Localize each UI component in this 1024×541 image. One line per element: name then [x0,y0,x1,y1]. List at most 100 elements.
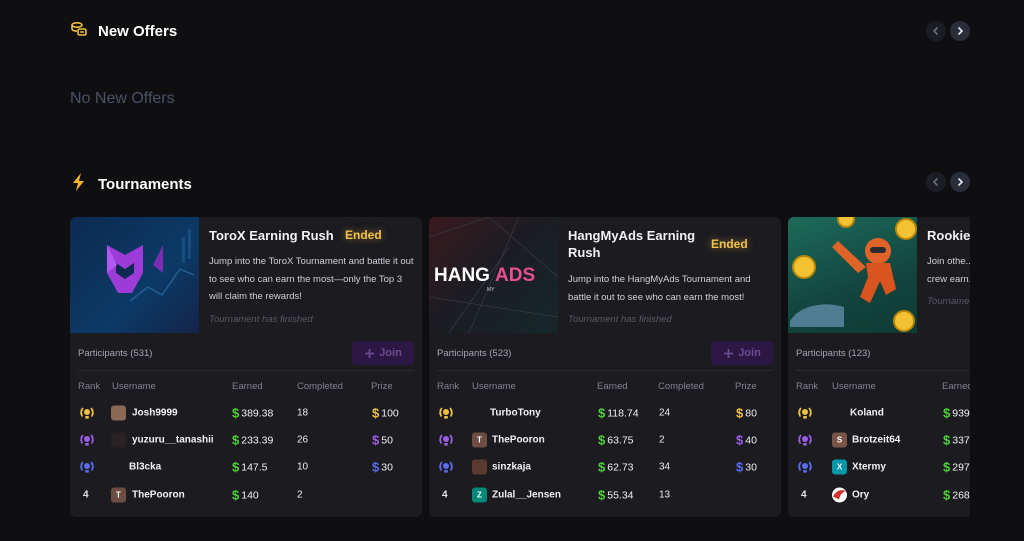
tournament-description: Join othe... crew earn... [927,256,970,285]
join-label: Join [379,347,402,359]
completed-value: 2 [297,489,303,501]
rank-number: 4 [442,489,448,501]
earned-value: $55.34 [598,487,634,503]
rank-header: Rank [78,381,101,392]
table-row: 4 Ory $268 [788,485,970,505]
rank-header: Rank [796,381,819,392]
username: Brotzeit64 [852,434,901,446]
avatar: S [832,432,847,448]
tournament-finished-text: Tournament has finished [209,314,313,325]
chevron-right-icon [957,26,964,36]
earned-value: $118.74 [598,405,639,421]
chevron-right-icon [957,177,964,187]
table-row: 4 T ThePooron $140 2 [70,485,422,505]
torox-thumbnail [70,217,199,333]
earned-value: $939 [943,405,970,421]
earned-value: $297 [943,459,970,475]
thumb-ads-text: ADS [495,265,535,286]
avatar: T [111,487,126,503]
new-offers-header: New Offers [70,20,177,43]
table-row: 4 Z Zulal__Jensen $55.34 13 [429,485,781,505]
lightning-icon [70,172,88,197]
tournament-title: HangMyAds Earning Rush [568,228,696,260]
chevron-left-icon [932,177,939,187]
username-header: Username [472,381,516,392]
username: Josh9999 [132,407,178,419]
avatar: X [832,459,847,475]
earned-value: $62.73 [598,459,634,475]
prize-value: $30 [372,459,393,475]
silver-laurel-icon [79,432,95,448]
table-row: Josh9999 $389.38 18 $100 [70,403,422,423]
offers-carousel-nav [926,21,970,41]
completed-value: 13 [659,489,671,501]
silver-laurel-icon [797,432,813,448]
avatar [832,487,847,503]
participants-count: Participants (523) [437,348,512,359]
divider [437,370,773,371]
join-button[interactable]: Join [352,341,414,365]
table-row: sinzkaja $62.73 34 $30 [429,457,781,477]
section-title: New Offers [98,23,178,40]
avatar: T [472,432,487,448]
tournament-description: Jump into the ToroX Tournament and battl… [209,256,414,302]
plus-icon [724,348,734,358]
tournaments-header: Tournaments [70,172,192,197]
next-button[interactable] [950,172,970,192]
table-row: Koland $939 [788,403,970,423]
avatar [472,459,487,475]
tournament-card[interactable]: Rookie ... Join othe... crew earn... Tou… [788,217,970,517]
avatar: Z [472,487,487,503]
tournament-card[interactable]: HANG MY ADS HangMyAds Earning Rush Ended… [429,217,781,517]
tournament-title: Rookie ... [927,228,970,243]
username: Ory [852,489,870,501]
tournament-card[interactable]: ToroX Earning Rush Ended Jump into the T… [70,217,422,517]
prev-button[interactable] [926,172,946,192]
join-label: Join [738,347,761,359]
leaderboard-header: Rank Username Earned Completed Prize [70,381,422,393]
earned-header: Earned [597,381,628,392]
earned-value: $268 [943,487,970,503]
ended-badge: Ended [711,237,748,251]
username: Zulal__Jensen [492,489,561,501]
next-button[interactable] [950,21,970,41]
earned-value: $140 [232,487,259,503]
participants-count: Participants (531) [78,348,153,359]
tournament-finished-text: Tourname... [927,296,970,307]
earned-header: Earned [942,381,970,392]
username: yuzuru__tanashii [132,434,214,446]
prize-header: Prize [735,381,757,392]
table-row: T ThePooron $63.75 2 $40 [429,430,781,450]
username: Bl3cka [129,461,162,473]
gold-laurel-icon [438,405,454,421]
username-header: Username [832,381,876,392]
rookie-thumbnail [788,217,917,333]
join-button[interactable]: Join [711,341,773,365]
completed-value: 2 [659,434,665,446]
tournament-carousel[interactable]: ToroX Earning Rush Ended Jump into the T… [70,217,970,517]
silver-laurel-icon [438,432,454,448]
coins-icon [70,20,88,43]
username: TurboTony [490,407,541,419]
rank-number: 4 [83,489,89,501]
tournaments-carousel-nav [926,172,970,192]
thumb-hang-text: HANG [434,265,490,286]
username: ThePooron [492,434,545,446]
prev-button[interactable] [926,21,946,41]
completed-value: 24 [659,407,671,419]
table-row: X Xtermy $297 [788,457,970,477]
rank-header: Rank [437,381,460,392]
completed-value: 18 [297,407,309,419]
section-title: Tournaments [98,176,192,193]
rank-number: 4 [801,489,807,501]
tournament-description: Jump into the HangMyAds Tournament and b… [568,274,751,303]
prize-value: $100 [372,405,399,421]
divider [78,370,414,371]
earned-value: $337 [943,432,970,448]
avatar [111,405,126,421]
chevron-left-icon [932,26,939,36]
prize-header: Prize [371,381,393,392]
divider [796,370,970,371]
prize-value: $30 [736,459,757,475]
plus-icon [365,348,375,358]
